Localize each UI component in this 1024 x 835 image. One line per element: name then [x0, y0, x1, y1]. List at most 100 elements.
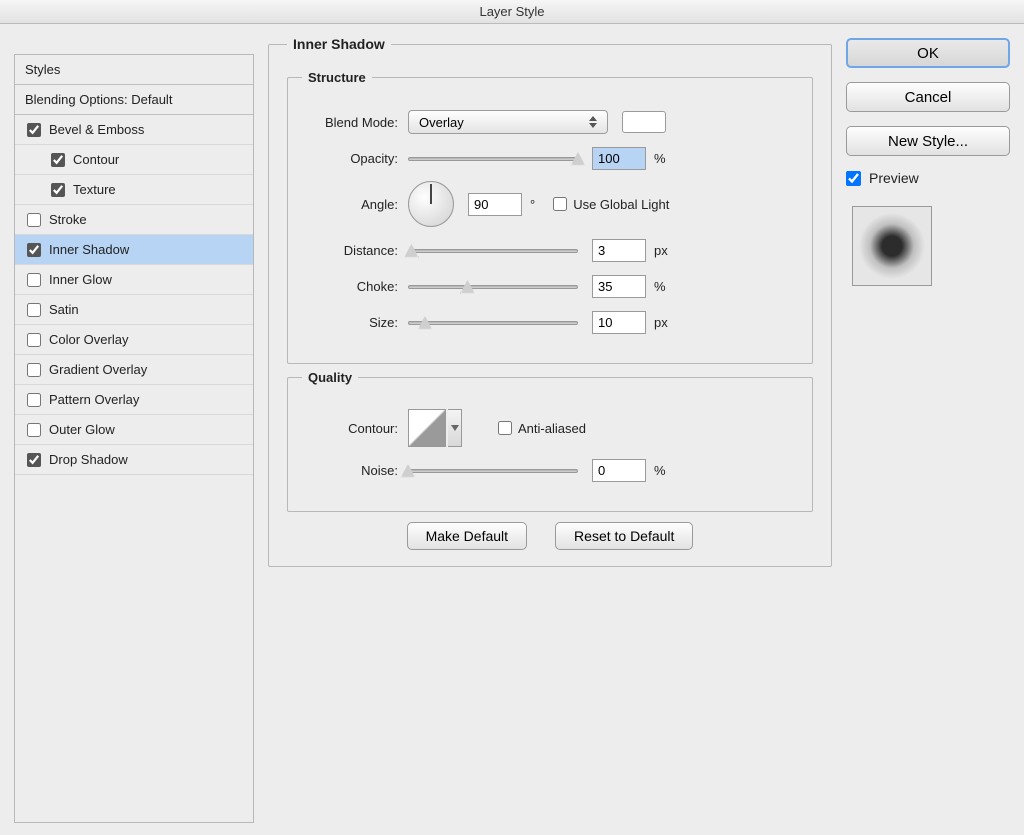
opacity-unit: % — [654, 151, 666, 166]
distance-input[interactable] — [592, 239, 646, 262]
style-row-gradient-overlay[interactable]: Gradient Overlay — [15, 355, 253, 385]
make-default-button[interactable]: Make Default — [407, 522, 527, 550]
angle-input[interactable] — [468, 193, 522, 216]
blending-options-row[interactable]: Blending Options: Default — [15, 85, 253, 115]
new-style-button[interactable]: New Style... — [846, 126, 1010, 156]
style-row-label: Bevel & Emboss — [49, 122, 144, 137]
noise-label: Noise: — [302, 463, 408, 478]
size-input[interactable] — [592, 311, 646, 334]
style-row-bevel-emboss[interactable]: Bevel & Emboss — [15, 115, 253, 145]
use-global-light-checkbox[interactable] — [553, 197, 567, 211]
main-panel: Inner Shadow Structure Blend Mode: Overl… — [268, 36, 832, 823]
dialog-title: Layer Style — [0, 0, 1024, 24]
angle-label: Angle: — [302, 197, 408, 212]
choke-input[interactable] — [592, 275, 646, 298]
reset-default-button[interactable]: Reset to Default — [555, 522, 693, 550]
style-checkbox[interactable] — [27, 363, 41, 377]
style-checkbox[interactable] — [27, 303, 41, 317]
opacity-label: Opacity: — [302, 151, 408, 166]
distance-slider[interactable] — [408, 240, 578, 260]
preview-label: Preview — [869, 170, 919, 186]
noise-slider[interactable] — [408, 460, 578, 480]
distance-unit: px — [654, 243, 668, 258]
style-row-label: Gradient Overlay — [49, 362, 147, 377]
style-row-contour[interactable]: Contour — [15, 145, 253, 175]
blend-mode-select[interactable]: Overlay — [408, 110, 608, 134]
preview-checkbox[interactable] — [846, 171, 861, 186]
dialog-buttons-panel: OK Cancel New Style... Preview — [846, 36, 1010, 823]
style-checkbox[interactable] — [51, 153, 65, 167]
choke-label: Choke: — [302, 279, 408, 294]
ok-button[interactable]: OK — [846, 38, 1010, 68]
style-row-label: Contour — [73, 152, 119, 167]
contour-dropdown-icon[interactable] — [448, 409, 462, 447]
style-row-label: Outer Glow — [49, 422, 115, 437]
style-row-label: Inner Shadow — [49, 242, 129, 257]
style-checkbox[interactable] — [27, 453, 41, 467]
style-row-stroke[interactable]: Stroke — [15, 205, 253, 235]
style-checkbox[interactable] — [27, 123, 41, 137]
style-row-outer-glow[interactable]: Outer Glow — [15, 415, 253, 445]
anti-aliased-checkbox[interactable] — [498, 421, 512, 435]
style-row-drop-shadow[interactable]: Drop Shadow — [15, 445, 253, 475]
style-row-label: Drop Shadow — [49, 452, 128, 467]
style-row-color-overlay[interactable]: Color Overlay — [15, 325, 253, 355]
style-checkbox[interactable] — [27, 393, 41, 407]
style-row-pattern-overlay[interactable]: Pattern Overlay — [15, 385, 253, 415]
layer-style-dialog: Layer Style Styles Blending Options: Def… — [0, 0, 1024, 835]
anti-aliased[interactable]: Anti-aliased — [498, 421, 586, 436]
noise-unit: % — [654, 463, 666, 478]
noise-row: Noise: % — [302, 457, 798, 483]
style-row-label: Texture — [73, 182, 116, 197]
distance-row: Distance: px — [302, 237, 798, 263]
styles-panel: Styles Blending Options: Default Bevel &… — [14, 54, 254, 823]
use-global-light[interactable]: Use Global Light — [553, 197, 669, 212]
distance-label: Distance: — [302, 243, 408, 258]
style-row-inner-shadow[interactable]: Inner Shadow — [15, 235, 253, 265]
choke-slider[interactable] — [408, 276, 578, 296]
blend-mode-row: Blend Mode: Overlay — [302, 109, 798, 135]
contour-row: Contour: Anti-aliased — [302, 409, 798, 447]
styles-list: Bevel & Emboss Contour Texture Stroke Inner … — [15, 115, 253, 475]
style-checkbox[interactable] — [27, 333, 41, 347]
opacity-input[interactable] — [592, 147, 646, 170]
opacity-slider[interactable] — [408, 148, 578, 168]
style-row-label: Pattern Overlay — [49, 392, 139, 407]
contour-thumbnail[interactable] — [408, 409, 446, 447]
shadow-color-swatch[interactable] — [622, 111, 666, 133]
style-checkbox[interactable] — [27, 423, 41, 437]
size-label: Size: — [302, 315, 408, 330]
noise-input[interactable] — [592, 459, 646, 482]
preview-swatch — [852, 206, 932, 286]
quality-legend: Quality — [302, 370, 358, 385]
size-slider[interactable] — [408, 312, 578, 332]
angle-row: Angle: ° Use Global Light — [302, 181, 798, 227]
angle-unit: ° — [530, 197, 535, 212]
contour-label: Contour: — [302, 421, 408, 436]
use-global-light-label: Use Global Light — [573, 197, 669, 212]
choke-unit: % — [654, 279, 666, 294]
choke-row: Choke: % — [302, 273, 798, 299]
style-checkbox[interactable] — [51, 183, 65, 197]
style-row-satin[interactable]: Satin — [15, 295, 253, 325]
style-row-label: Color Overlay — [49, 332, 128, 347]
style-checkbox[interactable] — [27, 243, 41, 257]
blend-mode-value[interactable]: Overlay — [408, 110, 608, 134]
blend-mode-label: Blend Mode: — [302, 115, 408, 130]
size-row: Size: px — [302, 309, 798, 335]
cancel-button[interactable]: Cancel — [846, 82, 1010, 112]
style-row-label: Satin — [49, 302, 79, 317]
opacity-row: Opacity: % — [302, 145, 798, 171]
style-row-inner-glow[interactable]: Inner Glow — [15, 265, 253, 295]
style-checkbox[interactable] — [27, 273, 41, 287]
anti-aliased-label: Anti-aliased — [518, 421, 586, 436]
size-unit: px — [654, 315, 668, 330]
angle-dial[interactable] — [408, 181, 454, 227]
style-row-texture[interactable]: Texture — [15, 175, 253, 205]
style-row-label: Stroke — [49, 212, 87, 227]
preview-toggle[interactable]: Preview — [846, 170, 1010, 186]
style-checkbox[interactable] — [27, 213, 41, 227]
styles-header[interactable]: Styles — [15, 55, 253, 85]
inner-shadow-fieldset: Inner Shadow Structure Blend Mode: Overl… — [268, 36, 832, 567]
quality-fieldset: Quality Contour: Anti-aliased Noise: — [287, 370, 813, 512]
